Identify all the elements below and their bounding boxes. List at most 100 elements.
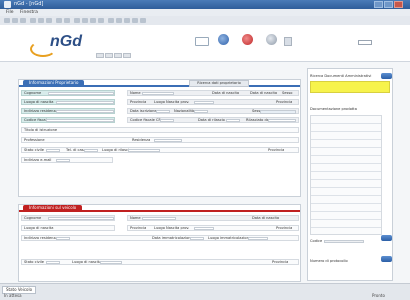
record-tab-3[interactable] bbox=[114, 53, 122, 58]
sesso-dropdown[interactable] bbox=[260, 110, 296, 114]
v-luogo-nasc-prov-field[interactable] bbox=[194, 227, 214, 230]
cut-icon[interactable] bbox=[30, 18, 36, 23]
keyboard-icon[interactable] bbox=[358, 40, 372, 45]
protocollo-button[interactable] bbox=[381, 256, 392, 262]
cognome-field[interactable] bbox=[48, 92, 114, 95]
stato-civile-field[interactable] bbox=[46, 149, 60, 152]
list-item[interactable] bbox=[311, 180, 381, 188]
v-data-immatricolazione-field[interactable] bbox=[190, 237, 204, 240]
app-icon bbox=[4, 1, 11, 8]
minimize-button[interactable] bbox=[374, 1, 383, 8]
prev-record-icon[interactable] bbox=[82, 18, 88, 23]
luogo-rilascio-field[interactable] bbox=[128, 149, 160, 152]
list-item[interactable] bbox=[311, 156, 381, 164]
vehicle-section-header: Informazioni sul veicolo bbox=[19, 205, 300, 212]
tel-field[interactable] bbox=[84, 149, 98, 152]
list-item[interactable] bbox=[311, 164, 381, 172]
menu-finestra[interactable]: Finestra bbox=[20, 10, 38, 15]
first-record-icon[interactable] bbox=[74, 18, 80, 23]
logo-text: nGd bbox=[50, 33, 82, 50]
list-item[interactable] bbox=[311, 212, 381, 220]
list-item[interactable] bbox=[311, 172, 381, 180]
document-icon[interactable] bbox=[284, 37, 292, 46]
v-row-cognome: Cognome bbox=[21, 215, 115, 221]
row-indirizzo-mail: Indirizzo e-mail bbox=[21, 157, 113, 163]
produced-docs-list[interactable] bbox=[310, 115, 382, 235]
owner-section-title: Informazioni Proprietario bbox=[23, 80, 85, 86]
open-icon[interactable] bbox=[12, 18, 18, 23]
v-cognome-field[interactable] bbox=[48, 217, 114, 220]
list-item[interactable] bbox=[311, 132, 381, 140]
indirizzo-mail-field[interactable] bbox=[56, 159, 70, 162]
owner-panel: Informazioni Proprietario Ricerca dati p… bbox=[18, 79, 301, 197]
list-item[interactable] bbox=[311, 116, 381, 124]
paste-icon[interactable] bbox=[46, 18, 52, 23]
list-item[interactable] bbox=[311, 220, 381, 228]
codice-row: Codice bbox=[310, 239, 374, 245]
window-title: nGd - [nGd] bbox=[14, 1, 44, 7]
row-cognome: Cognome bbox=[21, 90, 115, 96]
copy-icon[interactable] bbox=[38, 18, 44, 23]
list-item[interactable] bbox=[311, 196, 381, 204]
save-icon[interactable] bbox=[20, 18, 26, 23]
list-item[interactable] bbox=[311, 204, 381, 212]
protocollo-row: Numero di protocollo bbox=[310, 259, 348, 263]
v-luogo-nascita2-field[interactable] bbox=[100, 261, 122, 264]
close-button[interactable] bbox=[394, 1, 403, 8]
window-titlebar: nGd - [nGd] bbox=[0, 0, 410, 9]
redo-icon[interactable] bbox=[64, 18, 70, 23]
filter-icon[interactable] bbox=[124, 18, 130, 23]
row-titolo: Titolo di istruzione bbox=[21, 127, 299, 133]
documents-search-button[interactable] bbox=[381, 73, 392, 79]
residenza-field[interactable] bbox=[154, 139, 182, 142]
list-item[interactable] bbox=[311, 124, 381, 132]
vehicle-section-title: Informazioni sul veicolo bbox=[23, 205, 83, 211]
list-item[interactable] bbox=[311, 188, 381, 196]
list-item[interactable] bbox=[311, 140, 381, 148]
row-data-iscrizione: Data iscrizione Nazionalità Sesso bbox=[127, 108, 299, 114]
next-record-icon[interactable] bbox=[90, 18, 96, 23]
new-icon[interactable] bbox=[4, 18, 10, 23]
exit-icon[interactable] bbox=[140, 18, 146, 23]
stop-icon[interactable] bbox=[242, 34, 253, 45]
rilasciato-field[interactable] bbox=[268, 119, 296, 122]
documents-highlight-field[interactable] bbox=[310, 81, 390, 93]
undo-icon[interactable] bbox=[56, 18, 62, 23]
record-tab-2[interactable] bbox=[105, 53, 113, 58]
status-right-text: Pronto bbox=[372, 293, 385, 298]
last-record-icon[interactable] bbox=[98, 18, 104, 23]
codice-field[interactable] bbox=[324, 240, 364, 243]
v-nome-field[interactable] bbox=[142, 217, 176, 220]
menu-file[interactable]: File bbox=[6, 10, 14, 15]
v-indirizzo-field[interactable] bbox=[56, 237, 70, 240]
print-icon[interactable] bbox=[108, 18, 114, 23]
codice-fiscale-field[interactable] bbox=[46, 119, 114, 122]
help-icon[interactable] bbox=[132, 18, 138, 23]
list-view-icon[interactable] bbox=[195, 37, 209, 46]
codice-button[interactable] bbox=[381, 235, 392, 241]
right-panel: Ricerca Documenti Amministrativi Documen… bbox=[307, 68, 393, 281]
v-luogo-immatricolazione-field[interactable] bbox=[248, 237, 268, 240]
record-tab-4[interactable] bbox=[123, 53, 131, 58]
vehicle-panel: Informazioni sul veicolo Cognome Nome Da… bbox=[18, 204, 301, 282]
nome-field[interactable] bbox=[142, 92, 174, 95]
codice-fiscale2-field[interactable] bbox=[160, 119, 174, 122]
maximize-button[interactable] bbox=[384, 1, 393, 8]
magnifier-icon[interactable] bbox=[266, 34, 277, 45]
nazionalita-field[interactable] bbox=[194, 110, 208, 113]
record-tab-1[interactable] bbox=[96, 53, 104, 58]
globe-icon[interactable] bbox=[218, 34, 229, 45]
search-icon[interactable] bbox=[116, 18, 122, 23]
data-iscrizione-field[interactable] bbox=[156, 110, 170, 113]
row-provincia: Provincia Luogo Nascita prov. Provincia bbox=[127, 99, 299, 105]
list-item[interactable] bbox=[311, 148, 381, 156]
v-row-luogo: Luogo di nascita bbox=[21, 225, 115, 231]
owner-search-tab[interactable]: Ricerca dati proprietario bbox=[189, 80, 249, 87]
status-left-text: In attesa bbox=[4, 293, 22, 298]
luogo-nascita-field[interactable] bbox=[56, 101, 114, 104]
data-rilascio-field[interactable] bbox=[226, 119, 240, 122]
indirizzo-field[interactable] bbox=[56, 110, 114, 113]
v-stato-civile-field[interactable] bbox=[46, 261, 60, 264]
row-nome: Nome Data di nascita Data di nascita Ses… bbox=[127, 90, 299, 96]
luogo-nasc-prov-field[interactable] bbox=[194, 101, 214, 104]
